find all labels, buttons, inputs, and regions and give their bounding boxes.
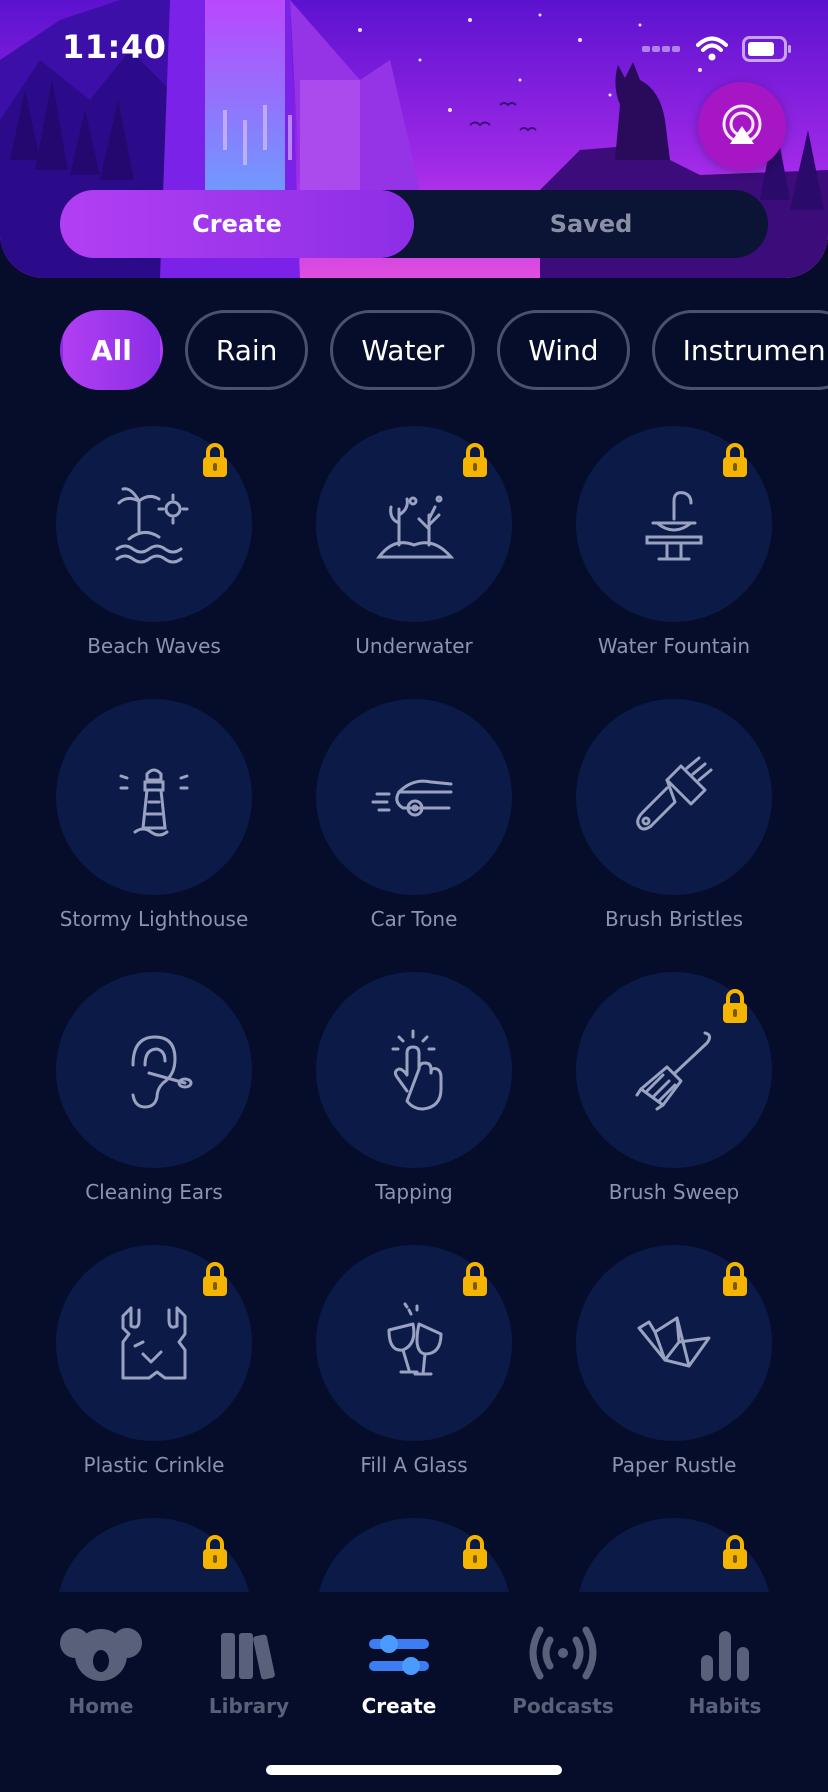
sound-label: Car Tone	[370, 907, 458, 931]
battery-icon	[742, 36, 791, 62]
sound-label: Stormy Lighthouse	[59, 907, 249, 931]
sound-partial[interactable]	[24, 1512, 284, 1592]
sound-underwater[interactable]: Underwater	[284, 420, 544, 670]
sound-partial[interactable]	[544, 1512, 804, 1592]
tab-label: Podcasts	[512, 1694, 614, 1718]
sound-label: Plastic Crinkle	[83, 1453, 225, 1477]
cast-button[interactable]	[698, 82, 786, 170]
lock-icon	[463, 1535, 487, 1569]
sound-label: Brush Sweep	[608, 1180, 740, 1204]
lock-icon	[723, 1535, 747, 1569]
sound-beach-waves[interactable]: Beach Waves	[24, 420, 284, 670]
wine-glasses-icon	[387, 1302, 443, 1376]
tab-label: Library	[208, 1694, 290, 1718]
create-saved-toggle: Create Saved	[60, 190, 768, 258]
lock-icon	[203, 1262, 227, 1296]
sound-paper-rustle[interactable]: Paper Rustle	[544, 1239, 804, 1489]
paint-brush-icon	[636, 756, 713, 831]
filter-chips: All Rain Water Wind Instrumen	[60, 310, 828, 390]
tab-create[interactable]: Create	[60, 190, 414, 258]
koala-icon	[60, 1628, 142, 1681]
sound-label: Beach Waves	[87, 634, 221, 658]
tab-label: Home	[68, 1694, 134, 1718]
status-icons	[642, 36, 792, 62]
car-icon	[371, 779, 453, 817]
tab-home[interactable]: Home	[26, 1620, 176, 1718]
lock-icon	[723, 989, 747, 1023]
sound-label: Water Fountain	[597, 634, 751, 658]
sound-tapping[interactable]: Tapping	[284, 966, 544, 1216]
lock-icon	[723, 1262, 747, 1296]
sound-circle[interactable]	[576, 699, 772, 895]
sound-brush-sweep[interactable]: Brush Sweep	[544, 966, 804, 1216]
origami-bird-icon	[637, 1316, 711, 1368]
lock-icon	[463, 443, 487, 477]
sound-circle[interactable]	[56, 699, 252, 895]
sound-icon	[109, 1571, 199, 1592]
sound-partial[interactable]	[284, 1512, 544, 1592]
tab-saved[interactable]: Saved	[414, 190, 768, 258]
sound-label: Paper Rustle	[611, 1453, 737, 1477]
filter-wind[interactable]: Wind	[497, 310, 630, 390]
sound-icon	[629, 1571, 719, 1592]
tab-label: Habits	[688, 1694, 762, 1718]
sound-label: Cleaning Ears	[85, 1180, 223, 1204]
plastic-bag-icon	[121, 1306, 187, 1380]
sound-label: Underwater	[355, 634, 473, 658]
sound-car-tone[interactable]: Car Tone	[284, 693, 544, 943]
lighthouse-icon	[119, 768, 189, 837]
tab-library[interactable]: Library	[174, 1620, 324, 1718]
lock-icon	[463, 1262, 487, 1296]
sound-circle[interactable]	[56, 972, 252, 1168]
bar-chart-icon	[701, 1631, 749, 1681]
broom-icon	[635, 1031, 712, 1111]
status-time: 11:40	[62, 28, 167, 66]
filter-rain[interactable]: Rain	[184, 310, 309, 390]
sound-stormy-lighthouse[interactable]: Stormy Lighthouse	[24, 693, 284, 943]
tap-finger-icon	[391, 1029, 443, 1111]
lock-icon	[723, 443, 747, 477]
tab-podcasts[interactable]: Podcasts	[488, 1620, 638, 1718]
sound-fill-a-glass[interactable]: Fill A Glass	[284, 1239, 544, 1489]
sound-water-fountain[interactable]: Water Fountain	[544, 420, 804, 670]
tab-habits[interactable]: Habits	[650, 1620, 800, 1718]
island-icon	[115, 487, 189, 564]
lock-icon	[203, 443, 227, 477]
sound-brush-bristles[interactable]: Brush Bristles	[544, 693, 804, 943]
header-artwork: 11:40 Create Saved	[0, 0, 828, 278]
tab-label: Create	[361, 1694, 437, 1718]
sound-label: Fill A Glass	[360, 1453, 468, 1477]
sliders-icon	[369, 1635, 429, 1675]
home-indicator	[266, 1765, 562, 1775]
sound-plastic-crinkle[interactable]: Plastic Crinkle	[24, 1239, 284, 1489]
books-icon	[221, 1633, 275, 1680]
filter-all[interactable]: All	[60, 310, 163, 390]
sound-label: Brush Bristles	[604, 907, 744, 931]
sound-label: Tapping	[375, 1180, 453, 1204]
fountain-icon	[645, 491, 703, 561]
tab-create-nav[interactable]: Create	[324, 1620, 474, 1718]
wifi-icon	[696, 36, 728, 61]
signal-icon	[642, 46, 680, 52]
sound-circle[interactable]	[316, 972, 512, 1168]
coral-icon	[375, 495, 455, 559]
sound-grid: Beach Waves Underwater Water Fountain St…	[0, 420, 828, 1592]
sound-icon	[369, 1571, 459, 1592]
filter-instruments[interactable]: Instrumen	[651, 310, 828, 390]
bottom-tab-bar: Home Library Create Podcasts Habits	[0, 1592, 828, 1792]
filter-water[interactable]: Water	[330, 310, 476, 390]
sound-cleaning-ears[interactable]: Cleaning Ears	[24, 966, 284, 1216]
sound-circle[interactable]	[316, 699, 512, 895]
ear-icon	[131, 1035, 193, 1109]
lock-icon	[203, 1535, 227, 1569]
broadcast-icon	[529, 1626, 597, 1680]
airplay-audio-icon	[722, 104, 762, 144]
